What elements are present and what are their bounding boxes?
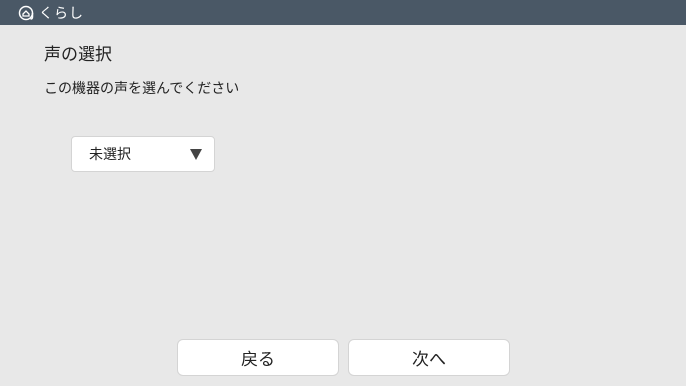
- home-at-icon: [18, 5, 34, 21]
- back-button[interactable]: 戻る: [177, 339, 339, 376]
- instruction-text: この機器の声を選んでください: [44, 81, 240, 97]
- app-name: くらし: [39, 5, 84, 22]
- page-title: 声の選択: [44, 45, 112, 65]
- voice-select-value: 未選択: [89, 147, 131, 163]
- caret-down-icon: [190, 148, 202, 160]
- app-header-bar: くらし: [0, 0, 686, 25]
- voice-select-dropdown[interactable]: 未選択: [71, 136, 215, 172]
- next-button[interactable]: 次へ: [348, 339, 510, 376]
